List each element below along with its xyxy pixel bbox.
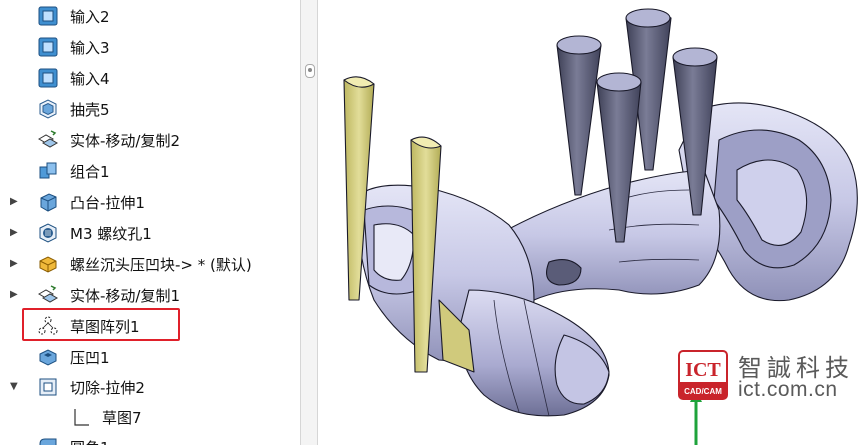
sketch-icon	[70, 406, 92, 428]
tree-item-boss-extrude1[interactable]: ▶ 凸台-拉伸1	[0, 188, 300, 216]
tree-item-thread-hole1[interactable]: ▶ M3 螺纹孔1	[0, 219, 300, 247]
tree-item-indent1[interactable]: 压凹1	[0, 343, 300, 371]
tree-item-label: 草图7	[102, 409, 142, 427]
expand-arrow-icon[interactable]: ▶	[10, 259, 20, 269]
logo-subtext: CAD/CAM	[684, 387, 722, 396]
tree-item-cut-extrude2[interactable]: ▼ 切除-拉伸2	[0, 373, 300, 401]
panel-splitter[interactable]	[300, 0, 318, 445]
boss-extrude-icon	[37, 191, 59, 213]
imported-body-icon	[37, 67, 59, 89]
cone-1	[556, 37, 602, 196]
tree-item-label: 抽壳5	[70, 101, 110, 119]
shell-icon	[37, 98, 59, 120]
company-url: ict.com.cn	[738, 378, 838, 401]
tree-item-label: 实体-移动/复制2	[70, 132, 181, 150]
imported-body-icon	[37, 5, 59, 27]
selection-highlight-box	[22, 308, 180, 341]
part-icon	[37, 253, 59, 275]
tree-item-label: 螺丝沉头压凹块-> * (默认)	[70, 256, 252, 274]
tree-item-move-copy2[interactable]: 实体-移动/复制2	[0, 126, 300, 154]
tree-item-combine1[interactable]: 组合1	[0, 157, 300, 185]
cut-extrude-icon	[37, 376, 59, 398]
thread-hole-icon	[37, 222, 59, 244]
imported-body-icon	[37, 36, 59, 58]
tree-item-label: 实体-移动/复制1	[70, 287, 181, 305]
tree-item-label: 切除-拉伸2	[70, 379, 145, 397]
collapse-arrow-icon[interactable]: ▼	[10, 382, 20, 392]
move-copy-body-icon	[37, 284, 59, 306]
tree-item-label: 圆角1	[70, 437, 110, 445]
tree-item-fillet1[interactable]: 圆角1	[0, 433, 300, 445]
tree-item-import4[interactable]: 输入4	[0, 64, 300, 92]
expand-arrow-icon[interactable]: ▶	[10, 290, 20, 300]
tree-item-move-copy1[interactable]: ▶ 实体-移动/复制1	[0, 281, 300, 309]
tree-item-shell5[interactable]: 抽壳5	[0, 95, 300, 123]
tree-item-label: 压凹1	[70, 349, 110, 367]
tree-item-label: M3 螺纹孔1	[70, 225, 152, 243]
company-watermark: ICT CAD/CAM 智誠科技 ict.com.cn	[678, 348, 864, 404]
tree-item-label: 输入4	[70, 70, 110, 88]
tree-item-import2[interactable]: 输入2	[0, 2, 300, 30]
tree-item-label: 输入3	[70, 39, 110, 57]
move-copy-body-icon	[37, 129, 59, 151]
combine-icon	[37, 160, 59, 182]
logo-text: ICT	[685, 359, 721, 381]
tree-item-label: 输入2	[70, 8, 110, 26]
indent-icon	[37, 346, 59, 368]
ict-logo-icon: ICT CAD/CAM	[678, 350, 728, 400]
tree-item-label: 凸台-拉伸1	[70, 194, 145, 212]
feature-tree-panel: 输入2 输入3 输入4 抽壳5 实体-移动/复制2 组合1 ▶ 凸台-拉伸1 ▶…	[0, 0, 300, 445]
tree-item-import3[interactable]: 输入3	[0, 33, 300, 61]
expand-arrow-icon[interactable]: ▶	[10, 228, 20, 238]
expand-arrow-icon[interactable]: ▶	[10, 197, 20, 207]
fillet-icon	[37, 436, 59, 445]
splitter-grip-handle[interactable]	[305, 64, 315, 78]
tree-item-sketch7[interactable]: 草图7	[0, 403, 300, 431]
tree-item-indent-part[interactable]: ▶ 螺丝沉头压凹块-> * (默认)	[0, 250, 300, 278]
tree-item-label: 组合1	[70, 163, 110, 181]
